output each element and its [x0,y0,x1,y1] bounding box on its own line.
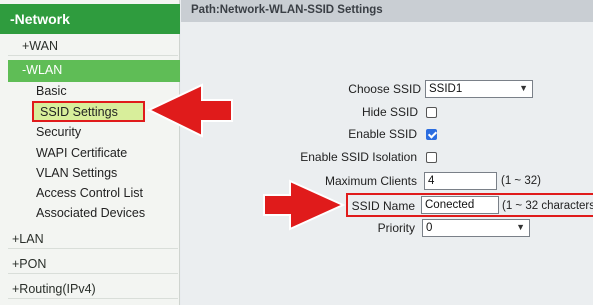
sidebar-item-label: -WLAN [22,63,63,77]
sidebar-item-label: +PON [12,257,47,271]
sidebar-subitem-associated-devices[interactable]: Associated Devices [36,206,145,220]
nav-network-label: -Network [10,11,70,27]
hide-ssid-label: Hide SSID [361,105,418,119]
sidebar-subitem-label: WAPI Certificate [36,146,128,160]
sidebar-item-label: +Routing(IPv4) [12,282,96,296]
priority-value: 0 [426,222,433,234]
sidebar-item-label: +LAN [12,232,44,246]
main-content: Path:Network-WLAN-SSID Settings Choose S… [181,0,593,305]
sidebar-subitem-label: Security [36,125,82,139]
maximum-clients-label: Maximum Clients [324,174,417,188]
sidebar-item-routing-ipv4[interactable]: +Routing(IPv4) [8,279,178,299]
chevron-down-icon: ▼ [516,222,525,232]
sidebar-item-wlan[interactable]: -WLAN [8,60,180,82]
sidebar-subitem-label: Access Control List [36,186,143,200]
maximum-clients-value: 4 [428,175,435,187]
priority-label: Priority [377,221,415,235]
ssid-name-label: SSID Name [351,199,415,213]
sidebar-subitem-label: Basic [36,84,67,98]
sidebar-subitem-label: SSID Settings [40,105,118,119]
sidebar-item-wan[interactable]: +WAN [8,36,178,56]
ssid-name-value: Conected [425,199,475,211]
choose-ssid-label: Choose SSID [348,82,421,96]
choose-ssid-value: SSID1 [429,83,463,95]
sidebar-subitem-access-control-list[interactable]: Access Control List [36,186,143,200]
nav-network-header[interactable]: -Network [0,4,180,34]
sidebar-item-label: +WAN [22,39,58,53]
priority-select[interactable]: 0 ▼ [422,219,530,237]
breadcrumb: Path:Network-WLAN-SSID Settings [181,0,593,22]
sidebar-subitem-wapi-certificate[interactable]: WAPI Certificate [36,146,127,160]
maximum-clients-input[interactable]: 4 [424,172,497,190]
sidebar-item-lan[interactable]: +LAN [8,229,178,249]
enable-ssid-isolation-label: Enable SSID Isolation [300,150,417,164]
enable-ssid-isolation-checkbox[interactable] [426,152,437,163]
sidebar-subitem-ssid-settings[interactable]: SSID Settings [32,101,145,122]
hide-ssid-checkbox[interactable] [426,107,437,118]
sidebar-subitem-vlan-settings[interactable]: VLAN Settings [36,166,117,180]
enable-ssid-label: Enable SSID [348,127,417,141]
sidebar-subitem-label: VLAN Settings [36,166,118,180]
sidebar-subitem-label: Associated Devices [36,206,146,220]
ssid-name-hint: (1 ~ 32 characters [502,200,593,212]
breadcrumb-text: Path:Network-WLAN-SSID Settings [191,4,383,16]
sidebar-subitem-basic[interactable]: Basic [36,84,67,98]
enable-ssid-checkbox[interactable] [426,129,437,140]
chevron-down-icon: ▼ [519,83,528,93]
sidebar-subitem-security[interactable]: Security [36,125,81,139]
ssid-name-input[interactable]: Conected [421,196,499,214]
sidebar: -Network +WAN -WLAN Basic SSID Settings … [0,0,180,305]
sidebar-item-pon[interactable]: +PON [8,254,178,274]
maximum-clients-hint: (1 ~ 32) [501,175,541,187]
choose-ssid-select[interactable]: SSID1 ▼ [425,80,533,98]
